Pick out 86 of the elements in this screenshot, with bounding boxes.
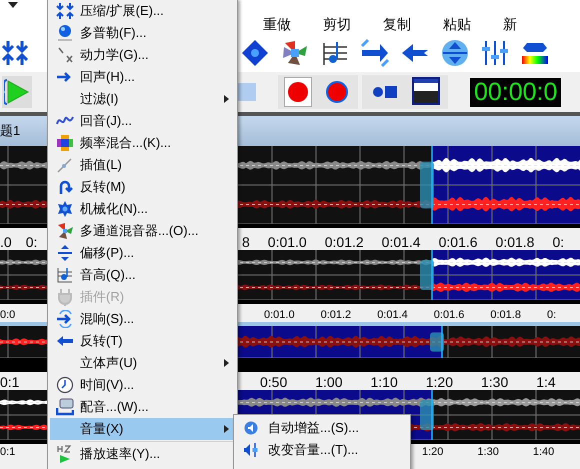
plug-icon [56,288,74,306]
ruler-label: 0:01.4 [377,310,408,321]
menu-item[interactable]: 回声(H)... [50,66,235,88]
dropdown-arrow-icon[interactable] [8,2,18,8]
play-speed-icon [56,445,74,463]
menu-item[interactable]: 压缩/扩展(E)... [50,0,235,22]
ruler-label: 0:01.0 [264,310,295,321]
ruler-label: 0:0 [0,310,16,321]
ruler-label: 0: [552,235,564,249]
ruler-label: 0:01.8 [496,235,534,249]
music-note-icon [56,266,74,284]
menu-item[interactable]: 音高(Q)... [50,264,235,286]
toolbar-button[interactable]: 粘贴 [443,17,471,31]
clock-icon [56,376,74,394]
ruler-label: 0:01.2 [324,235,364,249]
up-down-arrows-icon [56,244,74,262]
ruler-label: 1:20 [426,375,453,389]
menu-item[interactable]: 多普勒(F)... [50,22,235,44]
menu-item[interactable]: 偏移(P)... [50,242,235,264]
speech-bubble-icon [56,398,74,416]
ruler-label: 0:1 [0,447,16,458]
menu-item[interactable]: 配音...(W)... [50,396,235,418]
ruler-label: 1:20 [422,447,444,458]
ruler-label: 0:01.0 [268,235,307,249]
menu-item[interactable]: 动力学(G)... [50,44,235,66]
axes-icon [56,46,74,64]
ruler-label: 1:30 [481,375,508,389]
menu-item[interactable]: 过滤(I) [50,88,235,110]
ruler-label: .0 [0,235,12,249]
ruler-label: 1:00 [315,375,342,389]
menu-item[interactable]: 混响(S)... [50,308,235,330]
ruler-label: 0:01.8 [490,310,521,321]
ruler-label: 0:50 [260,375,288,389]
menu-item[interactable]: 多通道混音器...(O)... [50,220,235,242]
ruler-label: 0: [546,310,556,321]
arrows-icon [56,2,74,20]
toolbar-button[interactable]: 重做 [263,17,291,31]
ruler-label: 8 [242,235,250,249]
arrows-icon[interactable] [2,39,28,67]
diamond-icon[interactable] [240,38,270,68]
menu-item[interactable]: 回音(J)... [50,110,235,132]
menu-item[interactable]: 立体声(U) [50,352,235,374]
ruler-label: 0:1 [0,375,20,389]
submenu-arrow-icon [224,95,229,103]
loop-arrow-icon [56,310,74,328]
toolbar-placeholder [238,83,256,101]
pinwheel-icon [56,222,74,240]
record-button[interactable] [284,77,312,107]
document-title: 题1 [0,123,20,138]
time-display: 00:00:0 [470,78,562,106]
menu-item[interactable]: 插值(L) [50,154,235,176]
submenu-arrow-icon [224,359,229,367]
sphere-icon [56,24,74,42]
speaker-icon [244,421,258,435]
ruler-label: 0:01.2 [320,310,352,321]
menu-item[interactable]: 频率混合...(K)... [50,132,235,154]
up-down-circle-icon[interactable] [440,38,470,68]
toolbar-button[interactable]: 剪切 [323,17,351,31]
arrows-icon[interactable] [360,38,390,68]
toolbar-button[interactable]: 新 [503,17,517,31]
menu-item[interactable]: 反转(M) [50,176,235,198]
pinwheel-icon[interactable] [280,38,310,68]
ruler-label: 1:40 [532,447,554,458]
ruler-label: 1:4 [536,375,556,389]
play-selection-button[interactable] [2,76,32,108]
menu-item[interactable]: 改变音量...(T)... [234,439,410,461]
menu-item[interactable]: 反转(T) [50,330,235,352]
menu-item[interactable]: 自动增益...(S)... [234,417,410,439]
menu-item[interactable]: 播放速率(Y)... [50,443,235,465]
sliders-icon[interactable] [480,38,510,68]
ruler-label: 0:01.6 [434,310,464,321]
ruler-label: 0:01.6 [438,235,478,249]
menu-item[interactable]: 时间(V)... [50,374,235,396]
ruler-label: 0:01.4 [382,235,421,249]
color-blocks-icon [56,134,74,152]
window-button[interactable] [412,77,440,105]
ruler-label: 1:10 [370,375,398,389]
toolbar-button[interactable]: 复制 [383,17,411,31]
gear-icon [56,200,74,218]
menu-item[interactable]: 机械化(N)... [50,198,235,220]
ruler-label: 1:30 [477,447,499,458]
menu-item[interactable]: 音量(X) [50,418,235,440]
speaker-slider-icon [243,443,259,457]
submenu-arrow-icon [224,425,229,433]
ruler-label: 0: [26,235,38,249]
curve-icon [56,156,74,174]
